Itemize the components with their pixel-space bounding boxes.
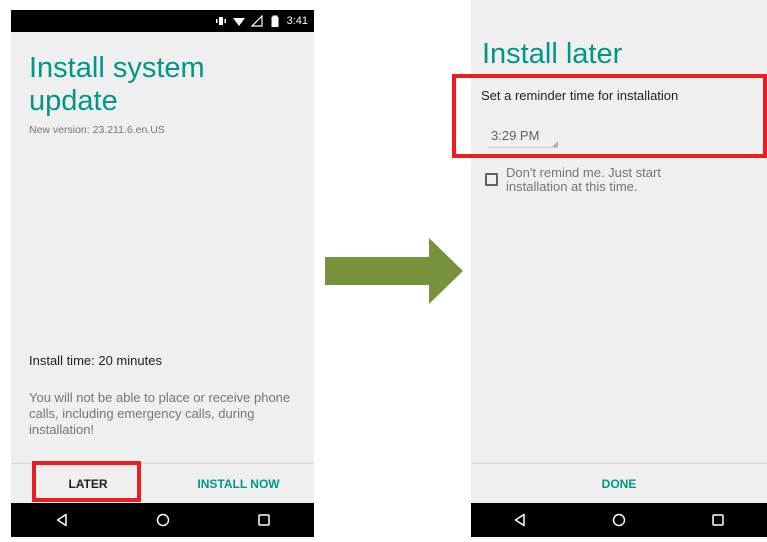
page-title: Install system update [29, 52, 205, 117]
back-icon[interactable] [507, 507, 533, 533]
later-highlight-box [32, 461, 141, 502]
divider [471, 463, 767, 464]
install-time-text: Install time: 20 minutes [29, 353, 162, 368]
status-bar: 3:41 [11, 10, 314, 32]
recents-icon[interactable] [251, 507, 277, 533]
no-sim-icon [250, 15, 263, 27]
done-button[interactable]: DONE [569, 467, 669, 501]
warning-text: You will not be able to place or receive… [29, 390, 291, 437]
arrow-right-icon [325, 238, 463, 304]
page-title: Install later [482, 38, 623, 70]
recents-icon[interactable] [705, 507, 731, 533]
battery-icon [269, 15, 281, 27]
home-icon[interactable] [606, 507, 632, 533]
navigation-bar [11, 503, 314, 537]
vibrate-icon [215, 15, 227, 27]
home-icon[interactable] [150, 507, 176, 533]
left-phone-screen: 3:41 Install system update New version: … [11, 10, 314, 537]
reminder-highlight-box [452, 74, 767, 158]
status-time: 3:41 [286, 15, 308, 27]
navigation-bar [471, 503, 767, 537]
install-now-button[interactable]: INSTALL NOW [176, 466, 301, 502]
back-icon[interactable] [49, 507, 75, 533]
checkbox-label: Don't remind me. Just start installation… [506, 165, 661, 194]
wifi-icon [232, 15, 245, 27]
version-text: New version: 23.211.6.en.US [29, 124, 165, 136]
dont-remind-checkbox[interactable] [485, 173, 498, 186]
